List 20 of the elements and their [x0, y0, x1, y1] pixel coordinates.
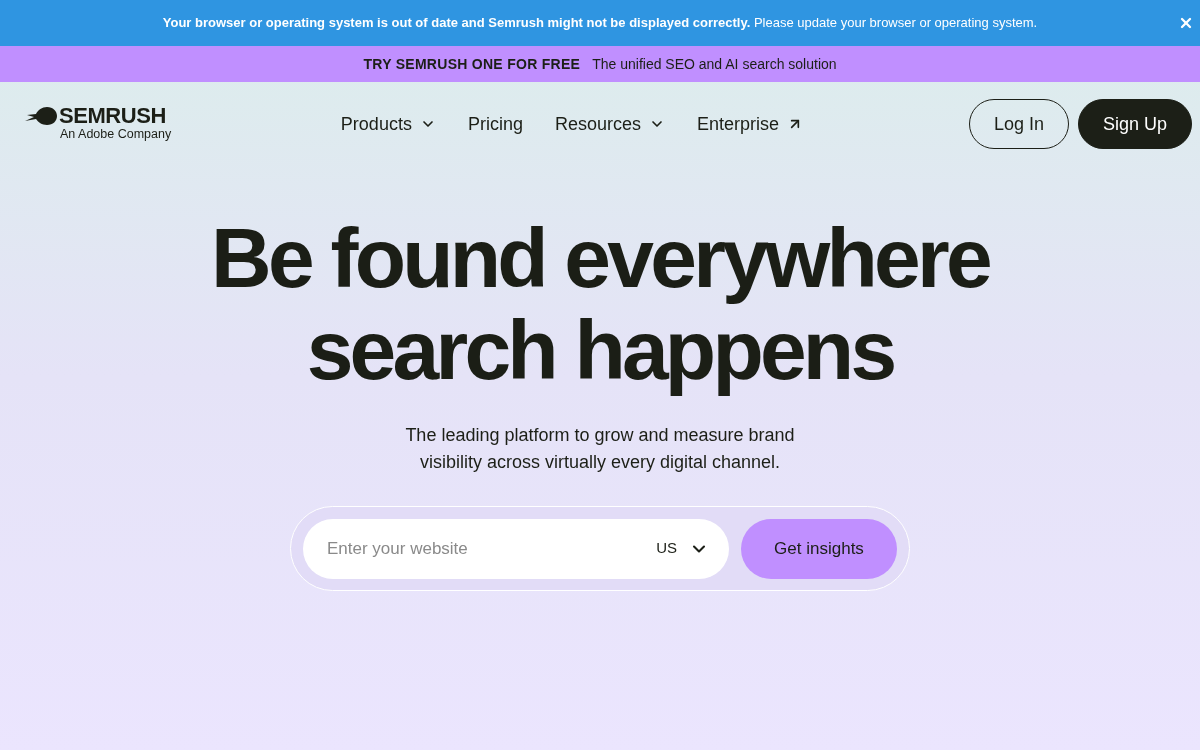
- nav-link[interactable]: Enterprise: [681, 102, 820, 146]
- close-icon: [1178, 15, 1194, 31]
- fireball-logo-icon: [25, 106, 57, 127]
- promo-banner[interactable]: TRY SEMRUSH ONE FOR FREE The unified SEO and AI search solution: [0, 46, 1200, 82]
- logo[interactable]: SEMRUSH An Adobe Company: [25, 105, 175, 143]
- nav-link[interactable]: Pricing: [451, 102, 539, 146]
- logo-tagline: An Adobe Company: [59, 127, 173, 143]
- alert-message: Your browser or operating system is out of date and Semrush might not be displayed correctly. Please update your browser or operating system.: [162, 14, 1038, 33]
- get-insights-button[interactable]: Get insights: [741, 518, 897, 579]
- hero-subtitle: The leading platform to grow and measure brand visibility across virtually every digital channel.: [404, 424, 796, 474]
- hero-heading: Be found everywhere search happens: [211, 212, 989, 396]
- sign-up-button[interactable]: Sign Up: [1077, 99, 1192, 149]
- website-input[interactable]: Enter your website US: [303, 518, 729, 579]
- close-button[interactable]: [1178, 15, 1194, 31]
- nav-link[interactable]: Products: [324, 102, 452, 146]
- country-select[interactable]: US: [656, 537, 709, 560]
- promo-text: The unified SEO and AI search solution: [592, 54, 837, 74]
- promo-label: TRY SEMRUSH ONE FOR FREE: [363, 54, 581, 74]
- nav-link[interactable]: Resources: [538, 102, 681, 146]
- logo-wordmark: SEMRUSH: [59, 105, 166, 128]
